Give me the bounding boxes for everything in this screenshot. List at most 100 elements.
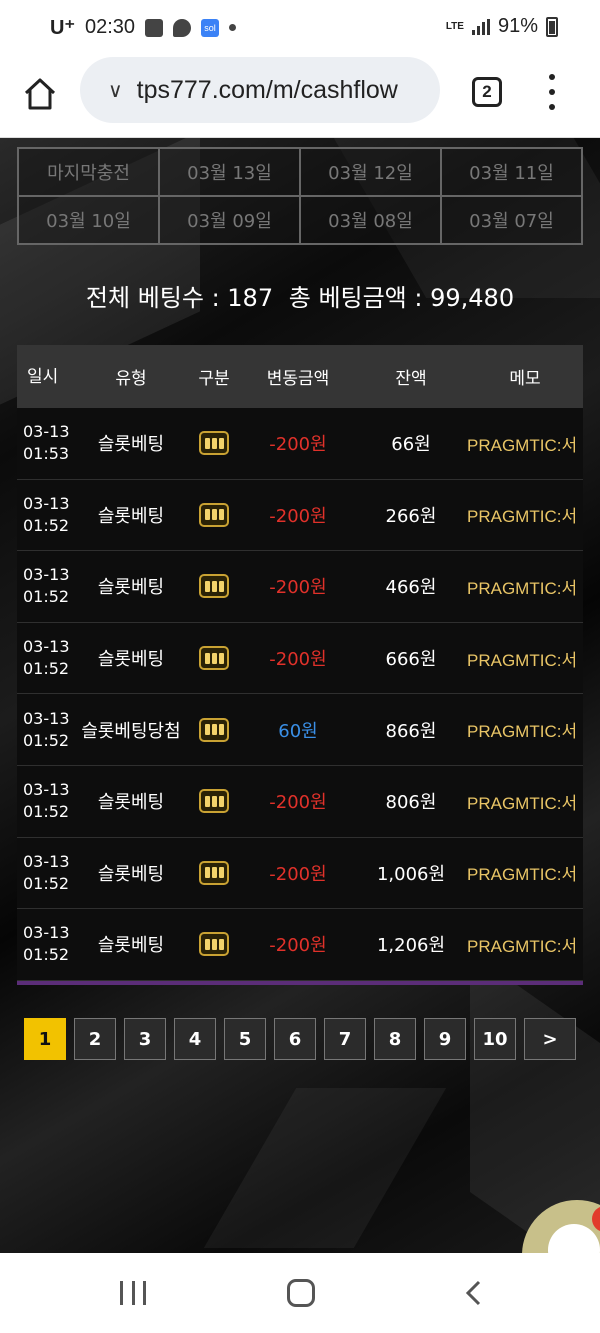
row-amount: -200원: [269, 649, 327, 671]
sol-app-icon: sol: [201, 18, 220, 37]
chevron-down-icon[interactable]: ∨: [108, 78, 123, 102]
chat-icon: [548, 1224, 600, 1253]
row-time: 01:52: [23, 659, 70, 679]
header-datetime: 일시: [27, 366, 59, 387]
row-category: [187, 502, 241, 527]
slot-machine-icon: [199, 789, 229, 814]
row-datetime: 03-13 01:52: [17, 922, 75, 966]
total-bet-count: 전체 베팅수 : 187: [85, 284, 274, 312]
row-memo: PRAGMTIC:서: [467, 793, 578, 813]
row-type: 슬롯베팅: [97, 649, 165, 671]
row-amount: -200원: [269, 935, 327, 957]
date-tab[interactable]: 03월 13일: [159, 148, 300, 196]
slot-machine-icon: [199, 646, 229, 671]
back-icon[interactable]: [460, 1279, 488, 1307]
row-balance: 866원: [385, 720, 437, 742]
row-memo: PRAGMTIC:서: [467, 936, 578, 956]
row-amount: -200원: [269, 577, 327, 599]
slot-machine-icon: [199, 502, 229, 527]
row-category: [187, 717, 241, 742]
system-nav-bar: [0, 1253, 600, 1333]
date-tab[interactable]: 03월 09일: [159, 196, 300, 244]
date-tab[interactable]: 03월 08일: [300, 196, 441, 244]
row-type: 슬롯베팅: [97, 434, 165, 456]
date-tab[interactable]: 03월 12일: [300, 148, 441, 196]
chat-icon: [173, 18, 192, 37]
battery-icon: [546, 16, 558, 37]
row-balance: 1,206원: [376, 935, 446, 957]
row-type: 슬롯베팅: [97, 577, 165, 599]
home-nav-icon[interactable]: [287, 1279, 315, 1307]
next-page-button[interactable]: >: [524, 1018, 576, 1060]
row-date: 03-13: [23, 708, 70, 728]
page-button[interactable]: 3: [124, 1018, 166, 1060]
row-balance: 466원: [385, 577, 437, 599]
page-button[interactable]: 7: [324, 1018, 366, 1060]
row-time: 01:53: [23, 444, 70, 464]
row-type: 슬롯베팅: [97, 863, 165, 885]
table-header: 일시 유형 구분 변동금액 잔액 메모: [17, 345, 583, 408]
slot-machine-icon: [199, 860, 229, 885]
slot-machine-icon: [199, 574, 229, 599]
page-button[interactable]: 2: [74, 1018, 116, 1060]
header-type: 유형: [115, 369, 147, 389]
slot-machine-icon: [199, 932, 229, 957]
pagination: 1 2 3 4 5 6 7 8 9 10 >: [24, 1018, 576, 1060]
row-date: 03-13: [23, 565, 70, 585]
row-datetime: 03-13 01:53: [17, 421, 75, 465]
row-type: 슬롯베팅: [97, 792, 165, 814]
row-date: 03-13: [23, 923, 70, 943]
page-button-current[interactable]: 1: [24, 1018, 66, 1060]
row-date: 03-13: [23, 493, 70, 513]
date-tab-last-charge[interactable]: 마지막충전: [18, 148, 159, 196]
row-balance: 806원: [385, 792, 437, 814]
home-icon[interactable]: [22, 76, 58, 112]
table-row: 03-13 01:52 슬롯베팅 -200원 266원 PRAGMTIC:서: [17, 479, 583, 552]
date-tab[interactable]: 03월 07일: [441, 196, 582, 244]
row-datetime: 03-13 01:52: [17, 851, 75, 895]
tabs-button[interactable]: 2: [472, 77, 502, 107]
table-row: 03-13 01:52 슬롯베팅 -200원 806원 PRAGMTIC:서: [17, 765, 583, 838]
url-text[interactable]: tps777.com/m/cashflow: [137, 76, 398, 105]
page-content: 마지막충전 03월 13일 03월 12일 03월 11일 03월 10일 03…: [0, 138, 600, 1253]
total-bet-amount: 총 베팅금액 : 99,480: [288, 284, 515, 312]
date-tab[interactable]: 03월 11일: [441, 148, 582, 196]
row-memo: PRAGMTIC:서: [467, 435, 578, 455]
row-amount: 60원: [278, 720, 318, 742]
table-row: 03-13 01:52 슬롯베팅 -200원 1,206원 PRAGMTIC:서: [17, 909, 583, 981]
page-button[interactable]: 8: [374, 1018, 416, 1060]
status-bar: U⁺ 02:30 sol LTE 91%: [0, 0, 600, 56]
row-date: 03-13: [23, 422, 70, 442]
browser-toolbar: ∨ tps777.com/m/cashflow 2: [0, 56, 600, 138]
page-button[interactable]: 6: [274, 1018, 316, 1060]
row-datetime: 03-13 01:52: [17, 708, 75, 752]
page-button[interactable]: 5: [224, 1018, 266, 1060]
page-button[interactable]: 10: [474, 1018, 516, 1060]
recent-apps-icon[interactable]: [120, 1281, 146, 1305]
header-amount: 변동금액: [266, 369, 330, 389]
table-row: 03-13 01:52 슬롯베팅당첨 60원 866원 PRAGMTIC:서: [17, 694, 583, 766]
page-button[interactable]: 4: [174, 1018, 216, 1060]
row-memo: PRAGMTIC:서: [467, 578, 578, 598]
page-button[interactable]: 9: [424, 1018, 466, 1060]
row-type: 슬롯베팅: [97, 935, 165, 957]
row-amount: -200원: [269, 863, 327, 885]
table-row: 03-13 01:53 슬롯베팅 -200원 66원 PRAGMTIC:서: [17, 408, 583, 480]
address-bar[interactable]: ∨ tps777.com/m/cashflow: [80, 57, 440, 123]
row-amount: -200원: [269, 434, 327, 456]
row-datetime: 03-13 01:52: [17, 779, 75, 823]
more-vert-icon[interactable]: [544, 74, 560, 110]
row-date: 03-13: [23, 780, 70, 800]
table-row: 03-13 01:52 슬롯베팅 -200원 1,006원 PRAGMTIC:서: [17, 837, 583, 910]
table-bottom-border: [17, 980, 583, 985]
date-tab[interactable]: 03월 10일: [18, 196, 159, 244]
header-category: 구분: [198, 369, 230, 389]
row-category: [187, 574, 241, 599]
row-memo: PRAGMTIC:서: [467, 507, 578, 527]
row-datetime: 03-13 01:52: [17, 564, 75, 608]
notification-dot-icon: [229, 24, 237, 31]
row-amount: -200원: [269, 792, 327, 814]
header-memo: 메모: [509, 369, 541, 389]
carrier-label: U⁺: [50, 17, 75, 39]
row-category: [187, 860, 241, 885]
